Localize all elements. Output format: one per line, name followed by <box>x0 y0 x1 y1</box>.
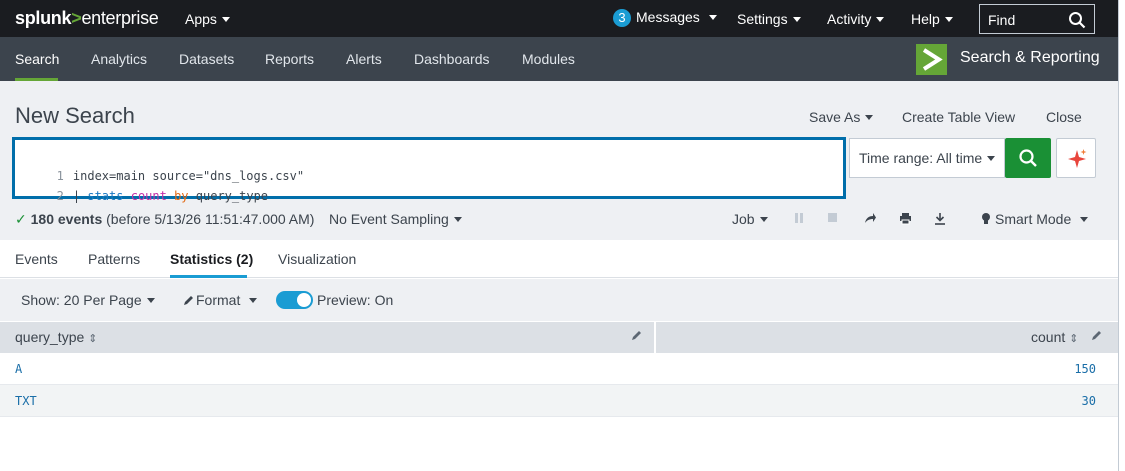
nav-modules[interactable]: Modules <box>522 51 575 67</box>
query-function: count <box>130 189 167 203</box>
splunk-logo[interactable]: splunk>enterprise <box>15 8 159 29</box>
messages-label: Messages <box>636 9 700 25</box>
settings-menu[interactable]: Settings <box>737 11 801 27</box>
nav-search[interactable]: Search <box>15 51 59 67</box>
edit-column-icon[interactable] <box>1091 330 1102 341</box>
cell-count[interactable]: 30 <box>1082 394 1096 408</box>
edit-column-icon[interactable] <box>631 330 642 341</box>
nav-dashboards[interactable]: Dashboards <box>414 51 490 67</box>
job-label: Job <box>732 211 755 227</box>
format-label: Format <box>196 292 241 308</box>
messages-count-badge: 3 <box>613 9 631 27</box>
tab-active-indicator <box>170 275 247 278</box>
find-placeholder: Find <box>988 12 1016 28</box>
cell-query-type[interactable]: A <box>15 362 22 376</box>
preview-label: Preview: On <box>317 292 394 308</box>
search-mode-label: Smart Mode <box>995 211 1072 227</box>
table-row: TXT 30 <box>0 385 1118 417</box>
column-header-label[interactable]: count <box>1031 329 1078 345</box>
query-field: query_type <box>195 189 269 203</box>
preview-toggle[interactable] <box>276 291 313 309</box>
share-icon[interactable] <box>864 212 877 225</box>
pause-icon[interactable] <box>794 212 804 224</box>
search-query-editor[interactable]: 1 index=main source="dns_logs.csv" 2 | sta… <box>12 137 846 203</box>
app-nav-bar: Search Analytics Datasets Reports Alerts… <box>0 37 1118 81</box>
chevron-right-icon <box>922 48 943 71</box>
events-detail: (before 5/13/26 11:51:47.000 AM) <box>106 211 315 227</box>
help-menu[interactable]: Help <box>911 11 953 27</box>
per-page-label: Show: 20 Per Page <box>21 292 142 308</box>
export-icon[interactable] <box>934 212 946 225</box>
line-number: 2 <box>56 189 64 203</box>
column-header-query-type[interactable] <box>0 322 654 353</box>
query-line-2: 2 | stats count by query_type <box>15 169 268 203</box>
ai-assistant-button[interactable] <box>1056 138 1096 178</box>
save-as-label: Save As <box>809 109 861 125</box>
sparkle-icon <box>1068 149 1087 168</box>
column-name: query_type <box>15 329 85 345</box>
print-icon[interactable] <box>899 212 912 225</box>
search-icon <box>1019 149 1037 167</box>
lightbulb-icon <box>982 213 990 224</box>
logo-product: enterprise <box>81 8 159 28</box>
tab-patterns[interactable]: Patterns <box>88 251 140 267</box>
scrollbar[interactable] <box>1118 0 1125 471</box>
events-summary: ✓ 180 events (before 5/13/26 11:51:47.00… <box>15 211 314 228</box>
column-header-label[interactable]: query_type <box>15 329 98 345</box>
format-menu[interactable]: Format <box>183 292 257 308</box>
logo-gt: > <box>71 8 82 28</box>
event-sampling-label: No Event Sampling <box>329 211 449 227</box>
messages-menu[interactable]: 3 Messages <box>613 9 717 27</box>
stop-icon[interactable] <box>827 212 838 224</box>
nav-alerts[interactable]: Alerts <box>346 51 382 67</box>
create-table-view-link[interactable]: Create Table View <box>902 109 1015 125</box>
tab-visualization[interactable]: Visualization <box>278 251 356 267</box>
table-options-bar <box>0 279 1118 321</box>
page-title: New Search <box>15 103 135 128</box>
job-menu[interactable]: Job <box>732 211 768 227</box>
search-app-logo[interactable] <box>916 44 947 75</box>
column-name: count <box>1031 329 1066 345</box>
check-icon: ✓ <box>15 211 27 227</box>
time-range-picker[interactable]: Time range: All time <box>849 138 1005 178</box>
pencil-icon <box>184 296 193 305</box>
nav-datasets[interactable]: Datasets <box>179 51 234 67</box>
close-link[interactable]: Close <box>1046 109 1082 125</box>
help-label: Help <box>911 11 940 27</box>
query-by-keyword: by <box>174 189 189 203</box>
settings-label: Settings <box>737 11 788 27</box>
find-input[interactable]: Find <box>979 4 1095 34</box>
cell-count[interactable]: 150 <box>1074 362 1096 376</box>
save-as-menu[interactable]: Save As <box>809 109 873 125</box>
search-icon <box>1069 12 1086 29</box>
nav-analytics[interactable]: Analytics <box>91 51 147 67</box>
time-range-label: Time range: All time <box>859 150 983 166</box>
events-count[interactable]: 180 events <box>31 211 103 227</box>
search-mode-menu[interactable]: Smart Mode <box>980 211 1088 227</box>
query-command: stats <box>87 189 124 203</box>
apps-label: Apps <box>185 11 217 27</box>
activity-menu[interactable]: Activity <box>827 11 884 27</box>
cell-query-type[interactable]: TXT <box>15 394 37 408</box>
per-page-menu[interactable]: Show: 20 Per Page <box>21 292 155 308</box>
activity-label: Activity <box>827 11 872 27</box>
app-title[interactable]: Search & Reporting <box>960 49 1100 67</box>
search-button[interactable] <box>1005 138 1051 178</box>
tab-statistics[interactable]: Statistics (2) <box>170 251 253 267</box>
query-line-1: 1 index=main source="dns_logs.csv" <box>15 149 304 183</box>
apps-menu[interactable]: Apps <box>185 11 230 27</box>
nav-reports[interactable]: Reports <box>265 51 314 67</box>
logo-brand: splunk <box>15 8 72 28</box>
top-bar: splunk>enterprise Apps 3 Messages Setting… <box>0 0 1118 37</box>
tab-events[interactable]: Events <box>15 251 58 267</box>
query-pipe: | <box>72 189 88 203</box>
results-tabs <box>0 240 1118 278</box>
table-row: A 150 <box>0 353 1118 385</box>
event-sampling-menu[interactable]: No Event Sampling <box>329 211 462 227</box>
